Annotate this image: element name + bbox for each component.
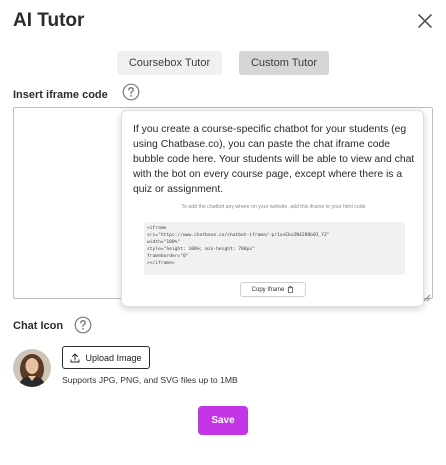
upload-image-button[interactable]: Upload Image [62, 346, 150, 369]
code-line: src="https://www.chatbase.co/chatbot-ifr… [147, 233, 330, 238]
code-line: frameborder="0" [147, 254, 189, 259]
code-line: <iframe [147, 226, 167, 231]
supported-formats-text: Supports JPG, PNG, and SVG files up to 1… [62, 375, 238, 385]
chat-icon-label: Chat Icon [13, 320, 64, 332]
tab-custom-tutor[interactable]: Custom Tutor [239, 51, 329, 75]
upload-icon [71, 353, 80, 362]
code-line: style="height: 100%; min-height: 700px" [147, 247, 255, 252]
avatar [13, 349, 51, 387]
code-snippet: <iframe src="https://www.chatbase.co/cha… [144, 222, 405, 275]
iframe-code-label: Insert iframe code [13, 89, 108, 101]
tooltip-description: If you create a course-specific chatbot … [133, 124, 415, 195]
resize-handle-icon[interactable] [423, 289, 431, 302]
chat-icon-help-icon[interactable] [74, 316, 92, 334]
iframe-help-tooltip: If you create a course-specific chatbot … [121, 110, 424, 307]
code-line: width="100%" [147, 240, 181, 245]
upload-image-label: Upload Image [85, 352, 142, 363]
save-button[interactable]: Save [198, 406, 248, 435]
copy-iframe-button[interactable]: Copy Iframe [240, 282, 306, 297]
iframe-help-icon[interactable] [122, 83, 140, 101]
tab-coursebox-tutor[interactable]: Coursebox Tutor [117, 51, 222, 75]
close-icon[interactable] [416, 12, 434, 30]
page-title: AI Tutor [13, 10, 85, 31]
copy-iframe-label: Copy Iframe [251, 286, 285, 293]
code-line: ></iframe> [147, 261, 175, 266]
clipboard-icon [288, 286, 294, 293]
tooltip-hint: To add the chatbot any where on your web… [181, 204, 366, 210]
